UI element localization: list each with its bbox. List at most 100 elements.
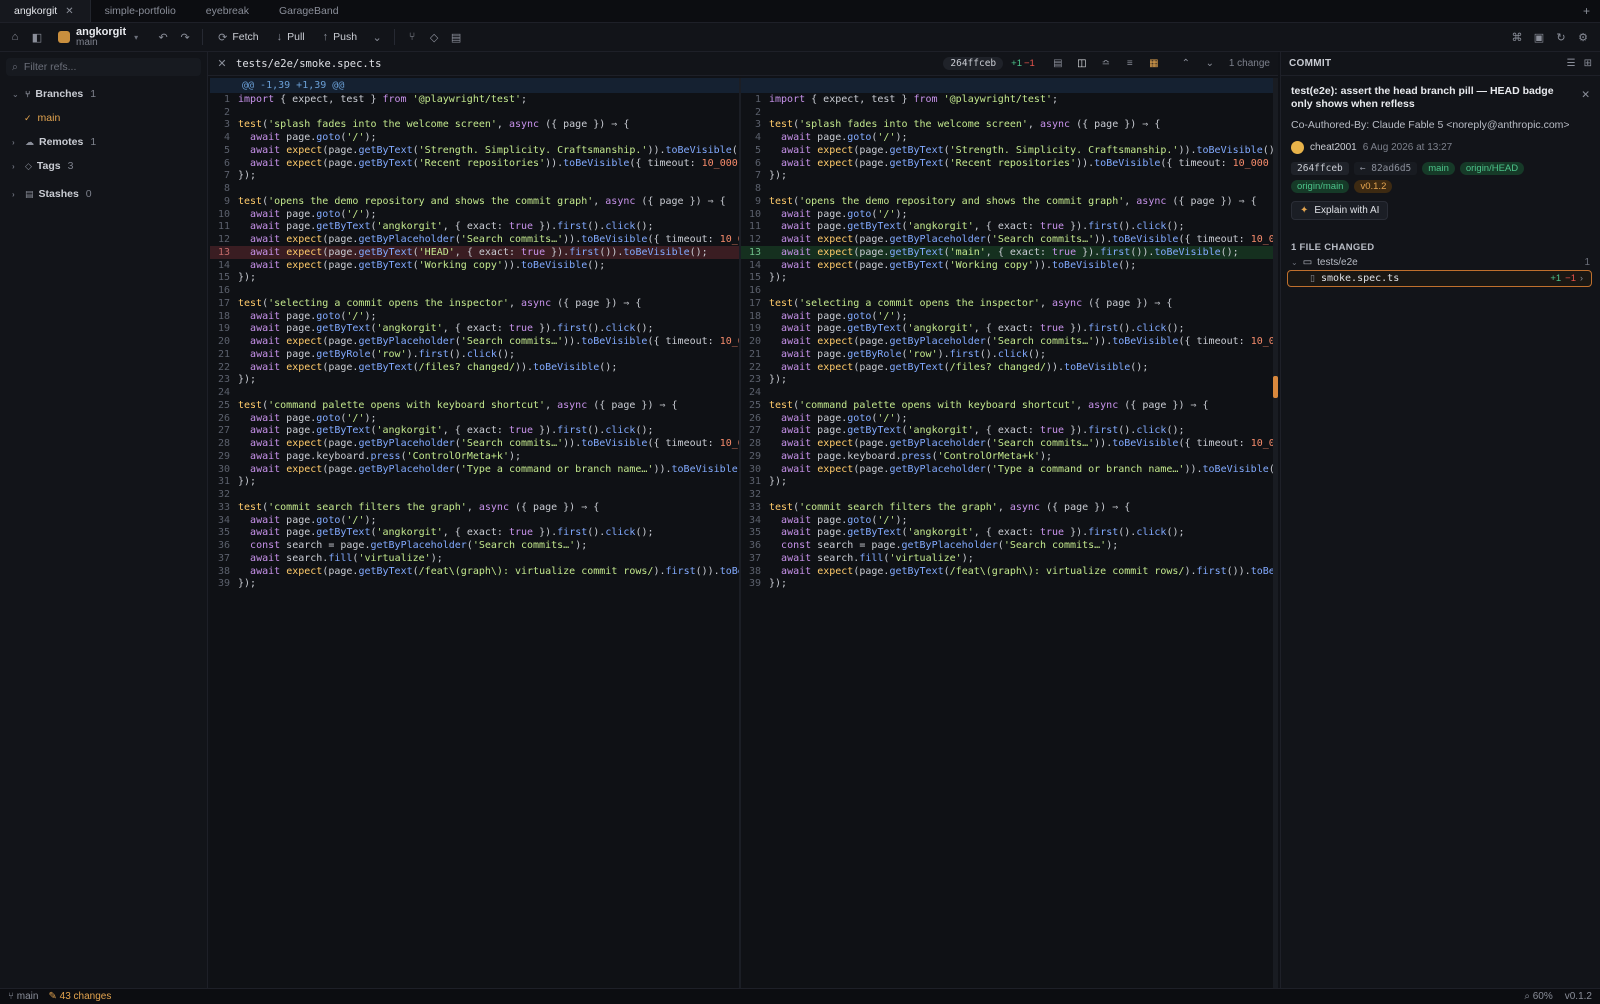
line-number[interactable]: 24	[210, 387, 230, 398]
line-number[interactable]: 4	[741, 132, 761, 143]
line-number[interactable]: 1	[210, 94, 230, 105]
line-number[interactable]: 2	[741, 107, 761, 118]
line-number[interactable]: 24	[741, 387, 761, 398]
line-number[interactable]: 5	[210, 145, 230, 156]
line-number[interactable]: 38	[210, 566, 230, 577]
line-number[interactable]: 26	[741, 413, 761, 424]
line-number[interactable]: 29	[210, 451, 230, 462]
line-number[interactable]: 32	[210, 489, 230, 500]
line-number[interactable]: 33	[741, 502, 761, 513]
sidebar-item-main[interactable]: ✓ main	[0, 110, 207, 126]
line-number[interactable]: 22	[210, 362, 230, 373]
sync-icon[interactable]: ↻	[1550, 26, 1572, 48]
stash-icon[interactable]: ▤	[445, 26, 467, 48]
line-number[interactable]: 23	[741, 374, 761, 385]
line-number[interactable]: 19	[210, 323, 230, 334]
close-icon[interactable]: ✕	[208, 57, 236, 70]
ref-badge[interactable]: origin/HEAD	[1459, 162, 1525, 175]
line-number[interactable]: 13	[741, 247, 761, 258]
line-number[interactable]: 14	[210, 260, 230, 271]
line-number[interactable]: 10	[741, 209, 761, 220]
line-number[interactable]: 34	[210, 515, 230, 526]
line-number[interactable]: 27	[741, 425, 761, 436]
line-number[interactable]: 6	[210, 158, 230, 169]
gear-icon[interactable]: ⚙	[1572, 26, 1594, 48]
line-number[interactable]: 21	[741, 349, 761, 360]
line-number[interactable]: 8	[741, 183, 761, 194]
line-number[interactable]: 37	[210, 553, 230, 564]
chevron-up-icon[interactable]: ⌃	[1175, 58, 1197, 69]
file-icon[interactable]: ▦	[1143, 58, 1165, 69]
branch-icon[interactable]: ⑂	[401, 26, 423, 48]
line-number[interactable]: 15	[741, 272, 761, 283]
chevron-down-icon[interactable]: ⌄	[366, 26, 388, 48]
line-number[interactable]: 15	[210, 272, 230, 283]
chevron-down-icon[interactable]: ⌄	[1199, 58, 1221, 69]
zoom-level[interactable]: ⌕ 60%	[1524, 991, 1552, 1002]
push-button[interactable]: ↑ Push	[314, 31, 366, 43]
line-number[interactable]: 17	[210, 298, 230, 309]
ref-badge[interactable]: main	[1422, 162, 1455, 175]
redo-icon[interactable]: ↷	[174, 26, 196, 48]
sidebar-section-remotes[interactable]: › ☁ Remotes 1	[0, 134, 207, 150]
line-number[interactable]: 33	[210, 502, 230, 513]
line-number[interactable]: 18	[741, 311, 761, 322]
folder-row[interactable]: ⌄ ▭ tests/e2e 1	[1281, 253, 1600, 268]
line-number[interactable]: 9	[210, 196, 230, 207]
wrap-icon[interactable]: ≡	[1119, 58, 1141, 69]
commit-hash-badge[interactable]: 264ffceb	[943, 57, 1004, 70]
file-row-selected[interactable]: ▯ smoke.spec.ts +1 −1 ›	[1287, 270, 1592, 287]
line-number[interactable]: 17	[741, 298, 761, 309]
line-number[interactable]: 26	[210, 413, 230, 424]
line-number[interactable]: 1	[741, 94, 761, 105]
line-number[interactable]: 34	[741, 515, 761, 526]
line-number[interactable]: 36	[210, 540, 230, 551]
terminal-icon[interactable]: ▣	[1528, 26, 1550, 48]
line-number[interactable]: 35	[210, 527, 230, 538]
line-number[interactable]: 16	[741, 285, 761, 296]
line-number[interactable]: 28	[210, 438, 230, 449]
line-number[interactable]: 36	[741, 540, 761, 551]
close-icon[interactable]: ✕	[1581, 89, 1590, 102]
line-number[interactable]: 3	[210, 119, 230, 130]
split-view-icon[interactable]: ◫	[1071, 58, 1093, 69]
line-number[interactable]: 21	[210, 349, 230, 360]
line-number[interactable]: 20	[210, 336, 230, 347]
line-number[interactable]: 27	[210, 425, 230, 436]
line-number[interactable]: 9	[741, 196, 761, 207]
line-number[interactable]: 28	[741, 438, 761, 449]
line-number[interactable]: 12	[210, 234, 230, 245]
sidebar-section-tags[interactable]: › ◇ Tags 3	[0, 158, 207, 174]
filter-refs-input[interactable]	[23, 61, 194, 73]
undo-icon[interactable]: ↶	[152, 26, 174, 48]
pull-button[interactable]: ↓ Pull	[268, 31, 314, 43]
line-number[interactable]: 22	[741, 362, 761, 373]
line-number[interactable]: 25	[210, 400, 230, 411]
diff-pane-old[interactable]: @@ -1,39 +1,39 @@ 1 import { expect, test…	[210, 78, 739, 988]
line-number[interactable]: 39	[741, 578, 761, 589]
tab-garageband[interactable]: GarageBand	[265, 0, 355, 22]
line-number[interactable]: 38	[741, 566, 761, 577]
tree-icon[interactable]: ⊞	[1584, 58, 1592, 69]
new-tab-plus-icon[interactable]: +	[1573, 0, 1600, 22]
close-icon[interactable]: ✕	[65, 6, 73, 17]
line-number[interactable]: 14	[741, 260, 761, 271]
line-number[interactable]: 32	[741, 489, 761, 500]
line-number[interactable]: 20	[741, 336, 761, 347]
line-number[interactable]: 11	[741, 221, 761, 232]
line-number[interactable]: 39	[210, 578, 230, 589]
line-number[interactable]: 2	[210, 107, 230, 118]
line-number[interactable]: 18	[210, 311, 230, 322]
list-icon[interactable]: ☰	[1567, 58, 1576, 69]
line-number[interactable]: 10	[210, 209, 230, 220]
line-number[interactable]: 11	[210, 221, 230, 232]
sidebar-section-stashes[interactable]: › ▤ Stashes 0	[0, 186, 207, 202]
line-number[interactable]: 8	[210, 183, 230, 194]
command-icon[interactable]: ⌘	[1506, 26, 1528, 48]
line-number[interactable]: 12	[741, 234, 761, 245]
tab-simple-portfolio[interactable]: simple-portfolio	[91, 0, 192, 22]
line-number[interactable]: 30	[741, 464, 761, 475]
tab-eyebreak[interactable]: eyebreak	[192, 0, 265, 22]
line-number[interactable]: 29	[741, 451, 761, 462]
unified-view-icon[interactable]: ▤	[1047, 58, 1069, 69]
